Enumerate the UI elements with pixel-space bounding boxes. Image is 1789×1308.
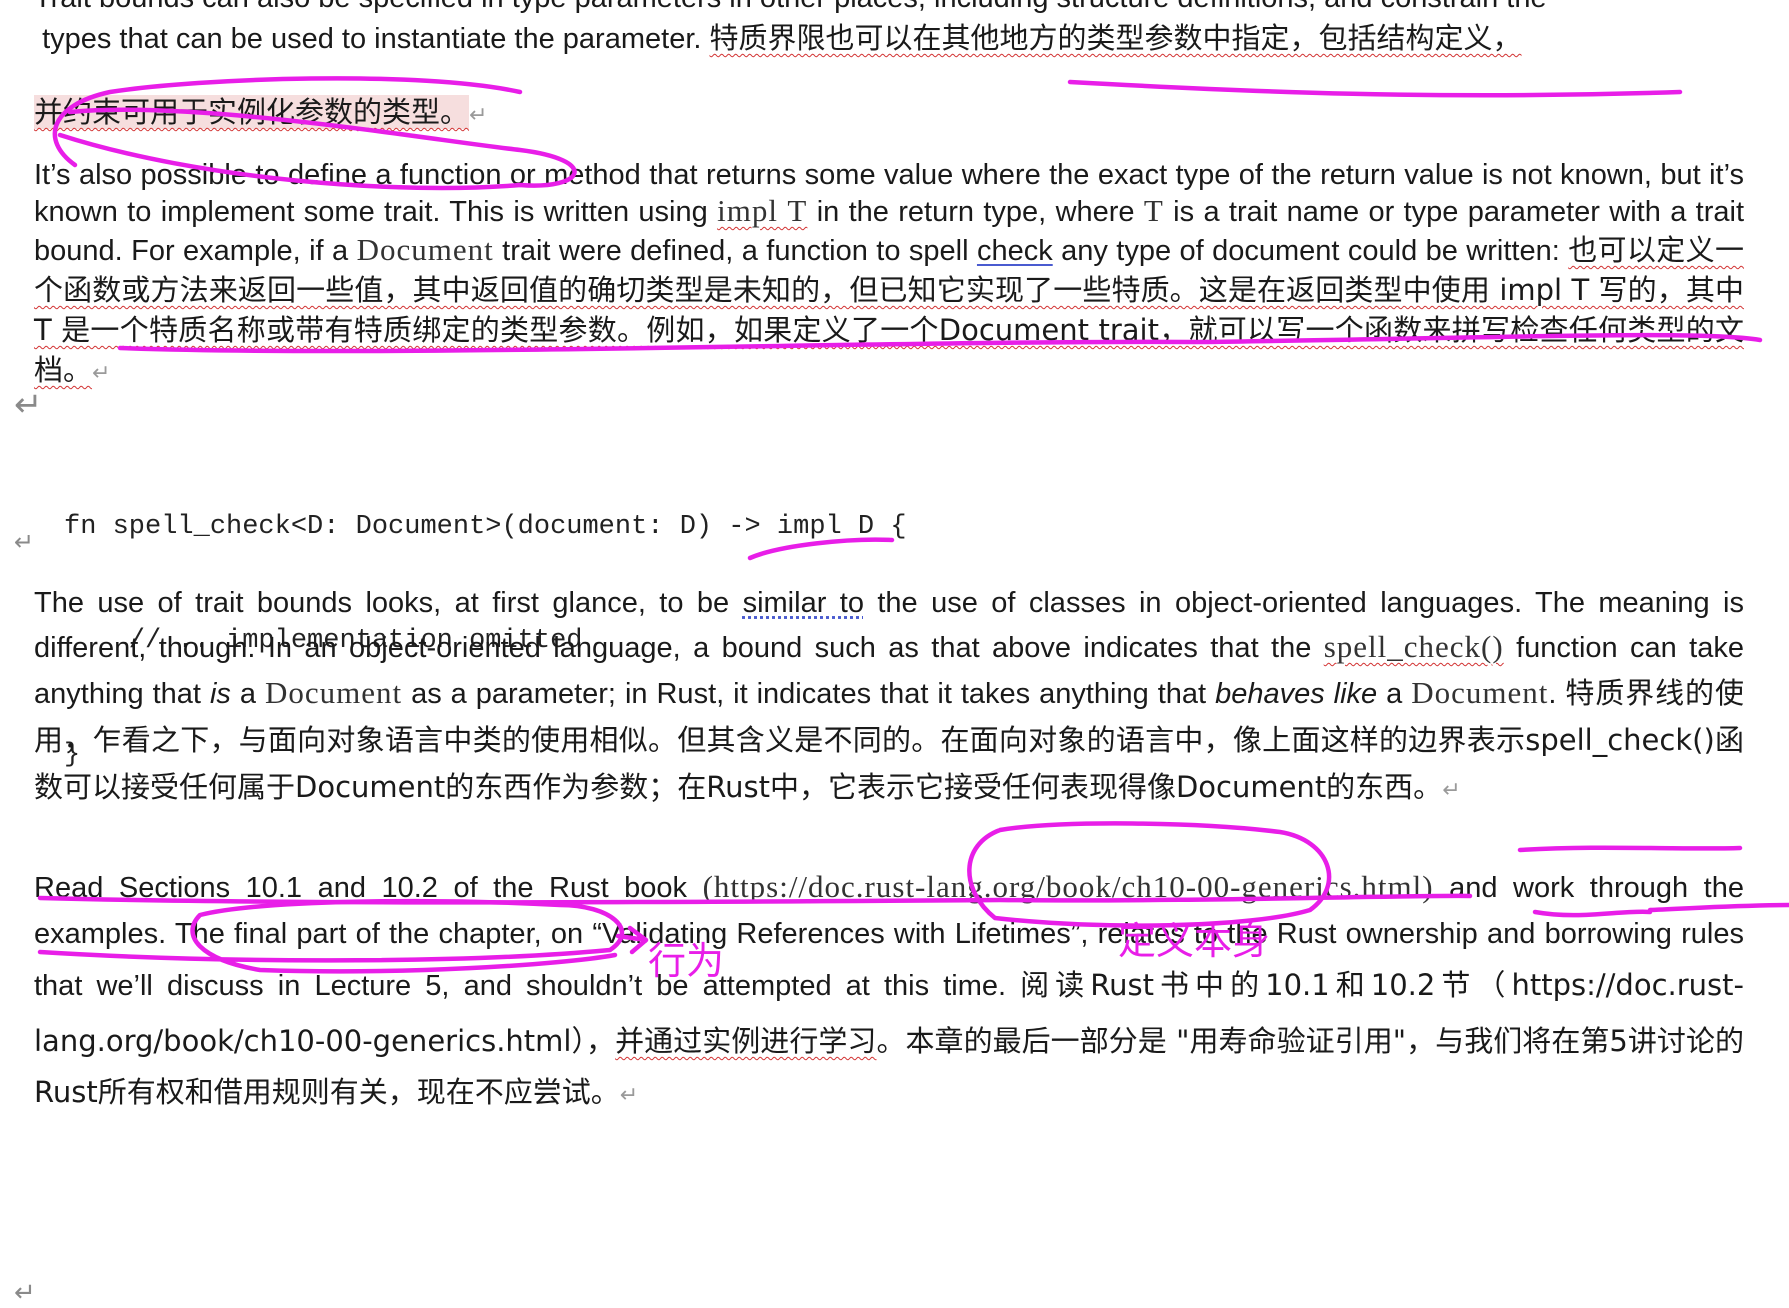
text-run: The use of trait bounds looks, at first …: [34, 587, 743, 619]
chinese-translation-highlighted: 并约束可用于实例化参数的类型。: [34, 95, 470, 129]
text-run: trait were defined, a function to spell: [493, 235, 977, 267]
empty-paragraph-mark: ↵: [14, 385, 43, 425]
code-line-1: fn spell_check<D: Document>(document: D)…: [64, 512, 907, 542]
paragraph-impl-trait: It’s also possible to define a function …: [34, 158, 1744, 391]
paragraph-read-sections: Read Sections 10.1 and 10.2 of the Rust …: [34, 864, 1744, 1119]
empty-paragraph-mark: ↵: [14, 528, 35, 556]
behaves-like-emphasis: behaves like: [1215, 678, 1378, 710]
text-run: Read Sections 10.1 and 10.2 of the Rust: [34, 872, 625, 904]
text-run: as a parameter; in Rust, it indicates th…: [402, 678, 1216, 710]
paragraph-trait-bounds-intro-cont: 并约束可用于实例化参数的类型。↵: [34, 92, 1744, 136]
paragraph-mark: ↵: [92, 361, 111, 386]
ink-underline-p3-right: [1517, 845, 1743, 853]
similar-to: similar to: [742, 587, 864, 619]
check-word: check: [976, 235, 1053, 267]
book-link[interactable]: book: [624, 872, 687, 904]
inline-code-document: Document: [1411, 675, 1549, 710]
inline-code-spell-check: spell_check(): [1323, 629, 1504, 664]
paragraph-mark: ↵: [1442, 778, 1461, 803]
text-run: a: [1377, 678, 1412, 710]
text-run: .: [1548, 678, 1566, 710]
text-run: any type of document could be written:: [1052, 235, 1569, 267]
inline-code-impl-t: impl T: [717, 193, 808, 228]
paragraph-mark: ↵: [469, 103, 488, 128]
text-run: in the return type, where: [807, 196, 1144, 228]
document-page: Trait bounds can also be specified in ty…: [0, 0, 1789, 1308]
url-code: (https://doc.rust-lang.org/book/ch10-00-…: [702, 869, 1434, 904]
inline-code-t: T: [1143, 193, 1164, 228]
chinese-translation-squiggled: 并通过实例进行学习: [615, 1024, 877, 1058]
annotation-definition-itself: 定义本身: [1118, 919, 1271, 963]
paragraph-mark: ↵: [619, 1083, 639, 1108]
english-text: types that can be used to instantiate th…: [42, 23, 710, 55]
inline-code-document: Document: [356, 232, 494, 267]
paragraph-trait-bounds-intro: Trait bounds can also be specified in ty…: [34, 0, 1744, 59]
text-run: a: [230, 678, 265, 710]
inline-code-document: Document: [264, 675, 403, 710]
chinese-translation: 特质界限也可以在其他地方的类型参数中指定，包括结构定义，: [709, 21, 1522, 55]
paragraph-oop-comparison: The use of trait bounds looks, at first …: [34, 582, 1744, 812]
is-emphasis: is: [209, 678, 231, 710]
cut-off-line: Trait bounds can also be specified in ty…: [34, 0, 1547, 14]
annotation-behavior: 行为: [648, 939, 725, 983]
